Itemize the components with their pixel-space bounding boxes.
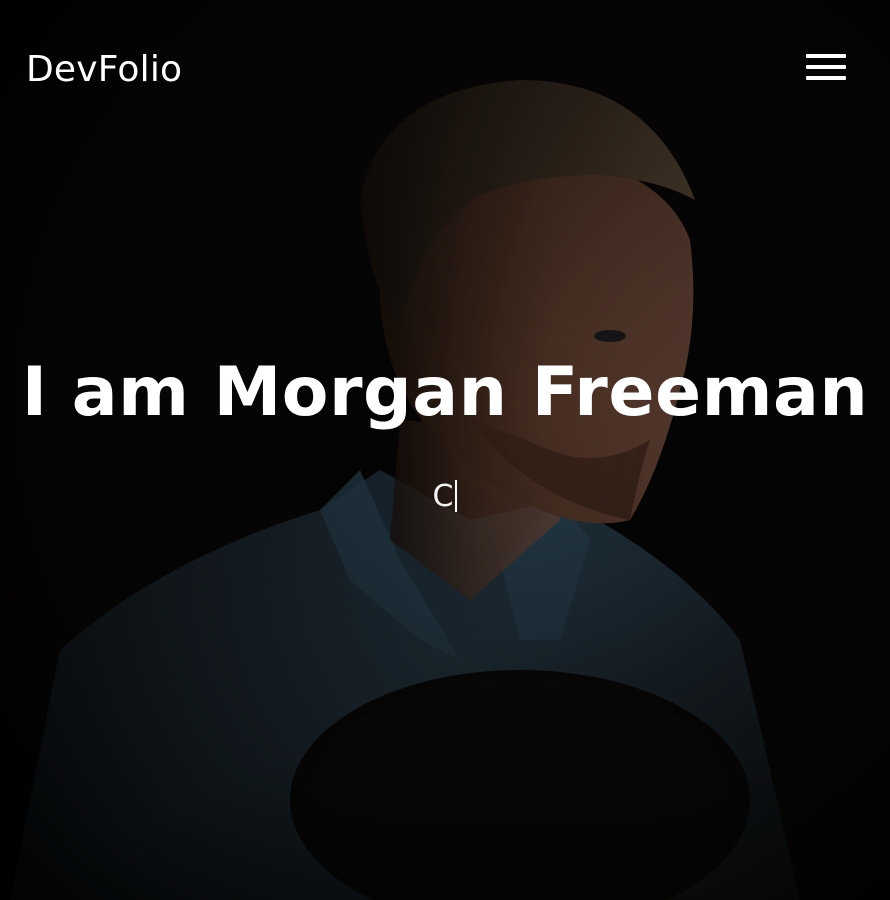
menu-bar	[806, 65, 846, 69]
brand-logo[interactable]: DevFolio	[26, 46, 182, 94]
menu-bar	[806, 54, 846, 58]
hamburger-menu-icon[interactable]	[800, 48, 852, 88]
hero-section: DevFolio I am Morgan Freeman C	[0, 0, 890, 900]
menu-bar	[806, 76, 846, 80]
hero-typed-subtitle: C	[0, 477, 890, 517]
hero-title: I am Morgan Freeman	[21, 353, 869, 432]
typed-cursor	[455, 480, 458, 512]
navbar: DevFolio	[0, 0, 890, 140]
hero-content: I am Morgan Freeman C	[0, 345, 890, 517]
typed-text: C	[432, 479, 454, 514]
